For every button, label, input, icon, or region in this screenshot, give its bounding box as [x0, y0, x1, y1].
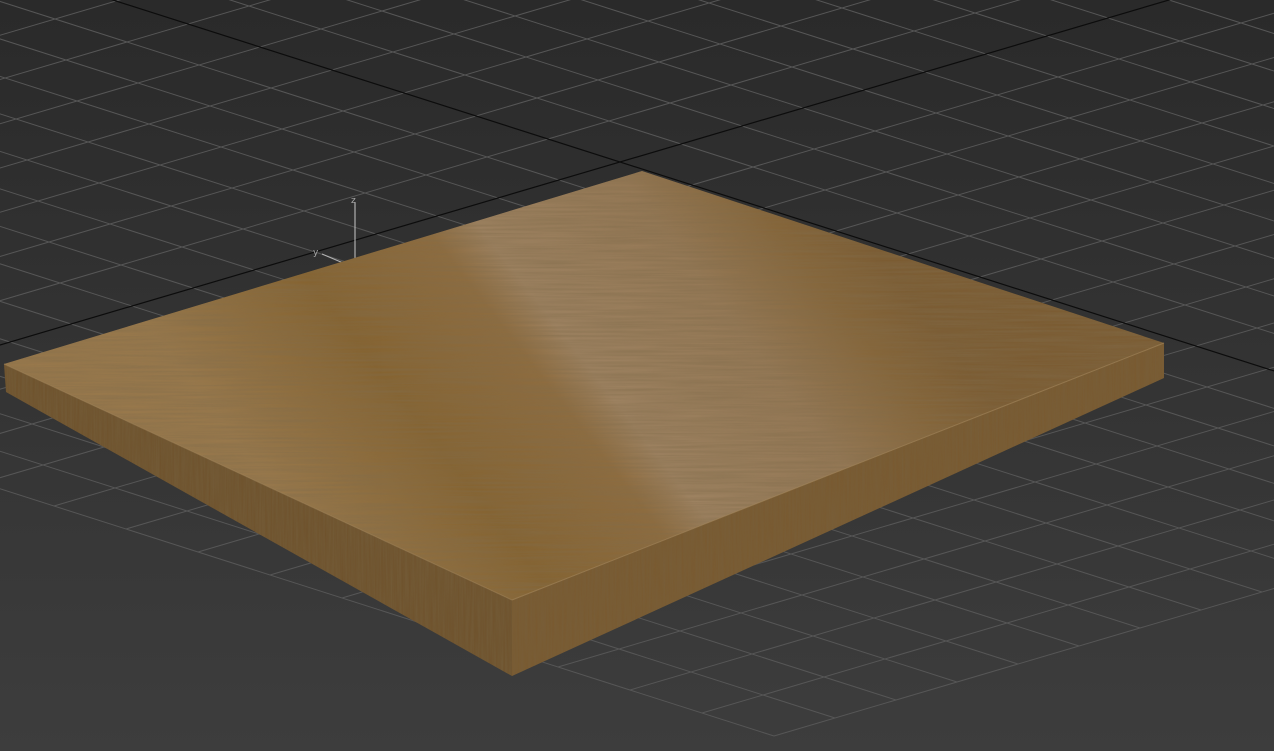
3d-viewport[interactable]: z y x: [0, 0, 1274, 751]
gizmo-z-label: z: [351, 196, 356, 206]
gizmo-y-label: y: [313, 248, 319, 258]
viewport-scene[interactable]: z y x: [0, 0, 1274, 751]
